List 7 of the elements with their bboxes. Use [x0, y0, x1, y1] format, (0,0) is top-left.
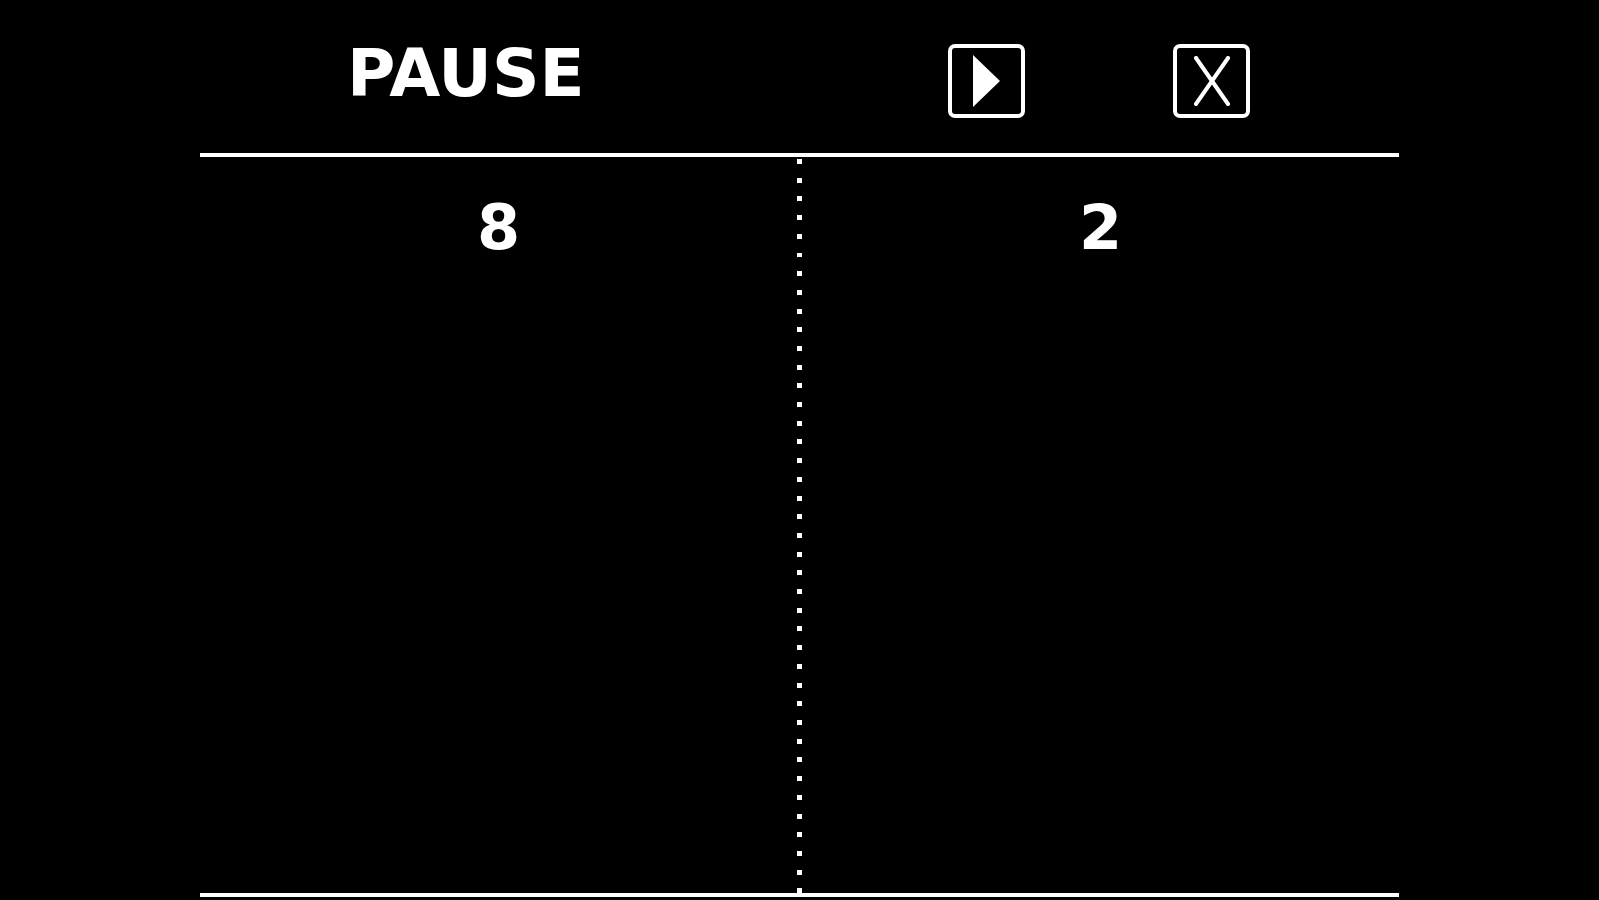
play-icon — [973, 54, 1000, 107]
opponent-score: 2 — [1078, 197, 1123, 259]
pause-title: PAUSE — [347, 40, 585, 107]
play-button[interactable] — [948, 43, 1025, 118]
close-icon — [1193, 55, 1230, 106]
player-score: 8 — [476, 197, 521, 259]
close-button[interactable] — [1173, 43, 1250, 118]
